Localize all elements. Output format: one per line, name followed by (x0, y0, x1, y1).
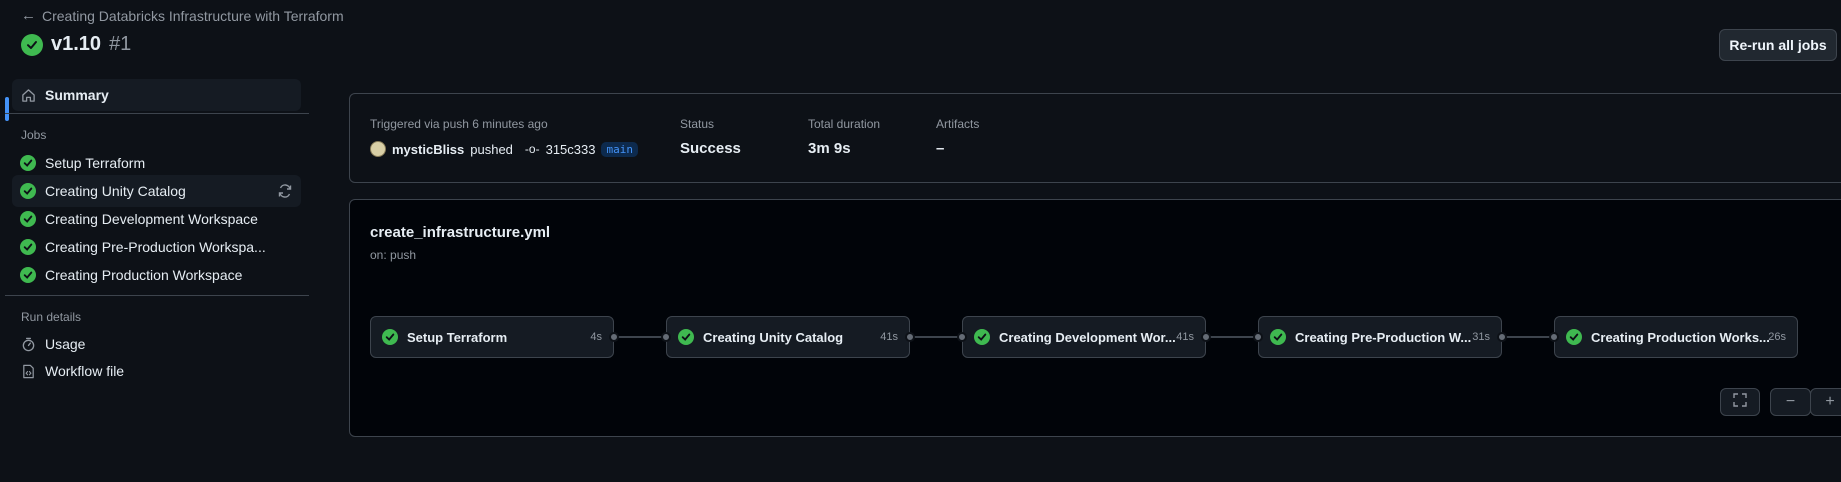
workflow-file-name: create_infrastructure.yml (370, 224, 551, 241)
job-name: Creating Pre-Production W... (1295, 329, 1472, 345)
zoom-in-button[interactable]: + (1810, 388, 1841, 416)
check-circle-icon (20, 239, 36, 255)
connector-dot (661, 332, 671, 342)
status-value: Success (680, 140, 741, 157)
connector-dot (1497, 332, 1507, 342)
run-title: v1.10 #1 (21, 33, 131, 56)
job-node[interactable]: Creating Unity Catalog 41s (666, 316, 910, 358)
back-link-label: Creating Databricks Infrastructure with … (42, 7, 344, 24)
sidebar-divider (5, 113, 309, 114)
sidebar-item-label: Usage (45, 336, 86, 352)
check-circle-icon (21, 33, 43, 56)
commit-sha[interactable]: 315c333 (546, 142, 596, 157)
run-summary-card: Triggered via push 6 minutes ago mysticB… (349, 93, 1841, 183)
check-circle-icon (20, 211, 36, 227)
run-number: #1 (109, 33, 132, 55)
sidebar-item-label: Creating Unity Catalog (45, 183, 186, 199)
job-name: Creating Unity Catalog (703, 329, 844, 345)
artifacts-label: Artifacts (936, 117, 980, 131)
arrow-left-icon: ← (21, 7, 36, 24)
connector-dot (957, 332, 967, 342)
sync-icon[interactable] (277, 183, 293, 199)
sidebar-item-workflow-file[interactable]: Workflow file (12, 355, 301, 387)
job-node[interactable]: Creating Production Works... 26s (1554, 316, 1798, 358)
connector-dot (1201, 332, 1211, 342)
fullscreen-icon (1733, 392, 1747, 412)
active-indicator (5, 97, 9, 121)
zoom-out-button[interactable]: − (1770, 388, 1811, 416)
check-circle-icon (20, 267, 36, 283)
user-link[interactable]: mysticBliss (392, 142, 464, 157)
artifacts-value: – (936, 140, 945, 157)
check-circle-icon (974, 329, 990, 345)
avatar[interactable] (370, 141, 386, 157)
job-duration: 31s (1472, 331, 1490, 343)
jobs-heading: Jobs (21, 128, 47, 142)
job-name: Setup Terraform (407, 329, 508, 345)
workflow-trigger: on: push (370, 248, 417, 262)
check-circle-icon (20, 155, 36, 171)
job-name: Creating Production Works... (1591, 329, 1770, 345)
fullscreen-button[interactable] (1720, 388, 1760, 416)
home-icon (20, 87, 36, 103)
branch-tag[interactable]: main (601, 141, 638, 157)
job-duration: 41s (1176, 331, 1194, 343)
job-duration: 26s (1768, 331, 1786, 343)
connector-dot (1253, 332, 1263, 342)
job-name: Creating Development Wor... (999, 329, 1176, 345)
sidebar-item-label: Setup Terraform (45, 155, 146, 171)
check-circle-icon (382, 329, 398, 345)
check-circle-icon (20, 183, 36, 199)
page-title: v1.10 (51, 33, 102, 55)
sidebar-item-summary[interactable]: Summary (12, 79, 301, 111)
sidebar-item-label: Summary (45, 87, 109, 103)
connector-dot (905, 332, 915, 342)
connector-dot (1549, 332, 1559, 342)
job-duration: 4s (590, 331, 602, 343)
workflow-graph-card: create_infrastructure.yml on: push Setup… (349, 199, 1841, 437)
action-text: pushed (470, 141, 513, 157)
sidebar-item-label: Creating Pre-Production Workspa... (45, 239, 266, 255)
run-details-heading: Run details (21, 310, 82, 324)
check-circle-icon (1566, 329, 1582, 345)
status-label: Status (680, 117, 715, 131)
sidebar-divider (5, 295, 309, 296)
rerun-all-jobs-button[interactable]: Re-run all jobs (1719, 29, 1837, 61)
back-link[interactable]: ← Creating Databricks Infrastructure wit… (21, 7, 344, 24)
stopwatch-icon (20, 336, 36, 352)
sidebar-item-label: Workflow file (45, 363, 125, 379)
duration-label: Total duration (808, 117, 881, 131)
git-commit-icon: -o- (524, 142, 540, 156)
job-duration: 41s (880, 331, 898, 343)
check-circle-icon (1270, 329, 1286, 345)
job-node[interactable]: Creating Development Wor... 41s (962, 316, 1206, 358)
sidebar-item-label: Creating Production Workspace (45, 267, 243, 283)
sidebar-item-label: Creating Development Workspace (45, 211, 258, 227)
connector-dot (609, 332, 619, 342)
check-circle-icon (678, 329, 694, 345)
duration-value: 3m 9s (808, 140, 851, 157)
job-node[interactable]: Creating Pre-Production W... 31s (1258, 316, 1502, 358)
pusher-row: mysticBliss pushed -o- 315c333 main (370, 141, 638, 157)
sidebar-item-job[interactable]: Creating Production Workspace (12, 259, 301, 291)
trigger-text: Triggered via push 6 minutes ago (370, 117, 548, 131)
file-code-icon (20, 363, 36, 379)
job-node[interactable]: Setup Terraform 4s (370, 316, 614, 358)
